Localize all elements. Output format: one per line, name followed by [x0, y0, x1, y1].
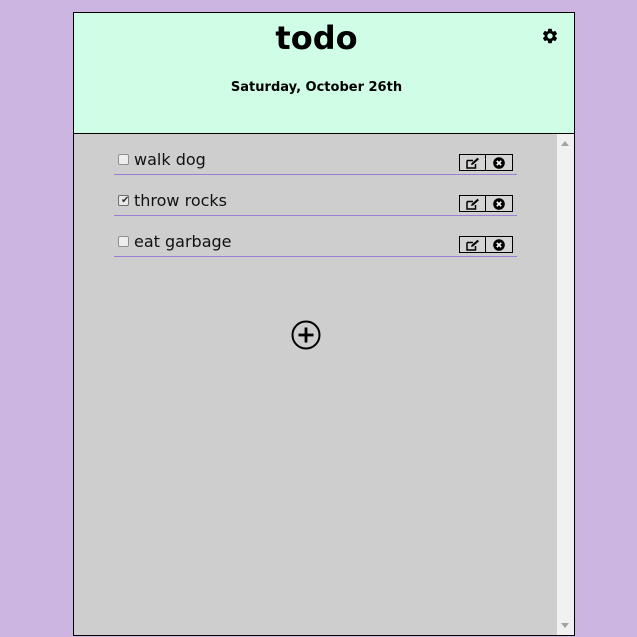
list-item: walk dog: [114, 134, 517, 175]
todo-checkbox[interactable]: [118, 236, 129, 247]
list-item: ✔ throw rocks: [114, 175, 517, 216]
todo-checkbox[interactable]: [118, 154, 129, 165]
header: todo Saturday, October 26th: [74, 13, 574, 134]
add-todo-button[interactable]: [291, 320, 321, 350]
edit-icon: [465, 198, 479, 210]
todo-actions: [459, 195, 513, 212]
edit-button[interactable]: [459, 195, 486, 212]
plus-circle-icon: [291, 320, 321, 350]
delete-button[interactable]: [486, 195, 513, 212]
edit-button[interactable]: [459, 236, 486, 253]
checkmark-icon: ✔: [121, 195, 130, 206]
delete-x-circle-icon: [493, 156, 505, 169]
edit-icon: [465, 157, 479, 169]
gear-icon[interactable]: [541, 27, 559, 45]
todo-actions: [459, 154, 513, 171]
scrollbar[interactable]: [557, 134, 574, 635]
scroll-down-arrow-icon[interactable]: [561, 623, 569, 628]
scroll-up-arrow-icon[interactable]: [561, 141, 569, 146]
todo-list: walk dog ✔ throw rocks eat garbage: [74, 134, 557, 635]
page-title: todo: [275, 19, 358, 57]
delete-x-circle-icon: [493, 238, 505, 251]
current-date: Saturday, October 26th: [230, 80, 403, 95]
todo-app: todo Saturday, October 26th walk dog ✔ thr…: [73, 12, 575, 636]
todo-label: throw rocks: [134, 191, 228, 210]
list-item: eat garbage: [114, 216, 517, 257]
todo-checkbox[interactable]: ✔: [118, 195, 129, 206]
edit-icon: [465, 239, 479, 251]
delete-button[interactable]: [486, 154, 513, 171]
edit-button[interactable]: [459, 154, 486, 171]
todo-label: walk dog: [134, 150, 206, 169]
delete-x-circle-icon: [493, 197, 505, 210]
delete-button[interactable]: [486, 236, 513, 253]
todo-label: eat garbage: [134, 232, 232, 251]
todo-actions: [459, 236, 513, 253]
